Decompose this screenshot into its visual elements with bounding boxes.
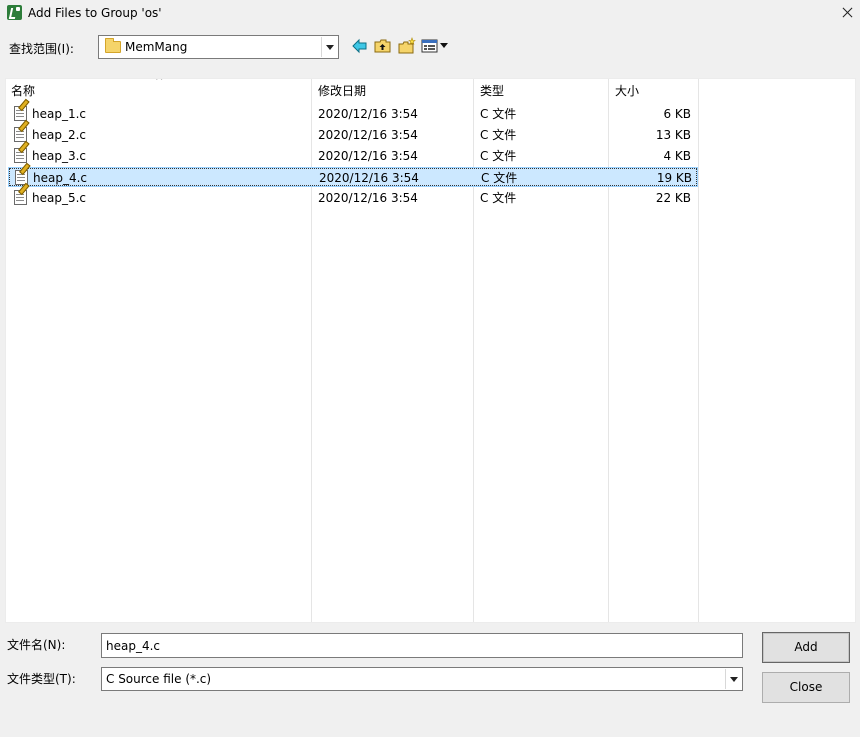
file-name-label: 文件名(N): — [7, 638, 66, 652]
file-date-cell: 2020/12/16 3:54 — [318, 128, 418, 142]
file-name-input[interactable] — [101, 633, 743, 658]
file-date-cell: 2020/12/16 3:54 — [319, 171, 419, 185]
file-name-cell: heap_1.c — [32, 107, 87, 121]
up-folder-icon — [374, 39, 391, 53]
file-row[interactable]: heap_2.c 2020/12/16 3:54 C 文件 13 KB — [8, 125, 698, 145]
file-type-label: 文件类型(T): — [7, 672, 76, 686]
file-row-selected[interactable]: heap_4.c 2020/12/16 3:54 C 文件 19 KB — [8, 167, 698, 187]
file-date-cell: 2020/12/16 3:54 — [318, 107, 418, 121]
new-folder-button[interactable] — [397, 37, 417, 55]
back-arrow-icon — [352, 38, 367, 54]
file-type-cell: C 文件 — [481, 171, 518, 185]
look-in-label: 查找范围(I): — [9, 42, 74, 56]
file-size-cell: 6 KB — [663, 107, 691, 121]
view-menu-icon — [421, 39, 448, 53]
file-type-cell: C 文件 — [480, 191, 517, 205]
file-name-cell: heap_4.c — [33, 171, 88, 185]
column-header-type[interactable]: 类型 — [480, 83, 504, 99]
chevron-down-icon[interactable] — [321, 37, 337, 57]
up-folder-button[interactable] — [373, 37, 393, 55]
close-icon[interactable] — [834, 0, 860, 26]
window-title: Add Files to Group 'os' — [28, 6, 162, 20]
look-in-dropdown[interactable]: MemMang — [98, 35, 339, 59]
column-header-name[interactable]: 名称 — [11, 83, 35, 99]
new-folder-icon — [398, 37, 416, 54]
file-type-cell: C 文件 — [480, 107, 517, 121]
file-row[interactable]: heap_1.c 2020/12/16 3:54 C 文件 6 KB — [8, 104, 698, 124]
file-date-cell: 2020/12/16 3:54 — [318, 149, 418, 163]
column-header-size[interactable]: 大小 — [615, 83, 639, 99]
file-date-cell: 2020/12/16 3:54 — [318, 191, 418, 205]
app-icon — [7, 5, 22, 20]
file-name-cell: heap_3.c — [32, 149, 87, 163]
add-button[interactable]: Add — [762, 632, 850, 663]
title-bar: Add Files to Group 'os' — [0, 0, 860, 26]
chevron-down-icon[interactable] — [725, 669, 741, 689]
list-header: 名称 ^ 修改日期 类型 大小 — [6, 79, 855, 103]
look-in-value: MemMang — [125, 40, 188, 54]
back-button[interactable] — [350, 37, 370, 55]
folder-icon — [105, 38, 121, 53]
file-type-cell: C 文件 — [480, 149, 517, 163]
file-row[interactable]: heap_3.c 2020/12/16 3:54 C 文件 4 KB — [8, 146, 698, 166]
file-list[interactable]: 名称 ^ 修改日期 类型 大小 heap_1.c 2020/12/16 3:54… — [5, 78, 856, 623]
file-row[interactable]: heap_5.c 2020/12/16 3:54 C 文件 22 KB — [8, 188, 698, 208]
column-divider[interactable] — [698, 79, 699, 622]
c-file-icon — [14, 148, 27, 163]
file-type-cell: C 文件 — [480, 128, 517, 142]
view-menu-button[interactable] — [420, 37, 450, 55]
file-size-cell: 4 KB — [663, 149, 691, 163]
file-size-cell: 19 KB — [656, 171, 692, 185]
close-button[interactable]: Close — [762, 672, 850, 703]
c-file-icon — [14, 190, 27, 205]
file-name-cell: heap_5.c — [32, 191, 87, 205]
sort-ascending-icon: ^ — [155, 78, 164, 87]
file-name-cell: heap_2.c — [32, 128, 87, 142]
file-size-cell: 13 KB — [655, 128, 691, 142]
file-type-dropdown[interactable]: C Source file (*.c) — [101, 667, 743, 691]
column-header-date[interactable]: 修改日期 — [318, 83, 366, 99]
file-size-cell: 22 KB — [655, 191, 691, 205]
file-type-value: C Source file (*.c) — [106, 672, 212, 686]
